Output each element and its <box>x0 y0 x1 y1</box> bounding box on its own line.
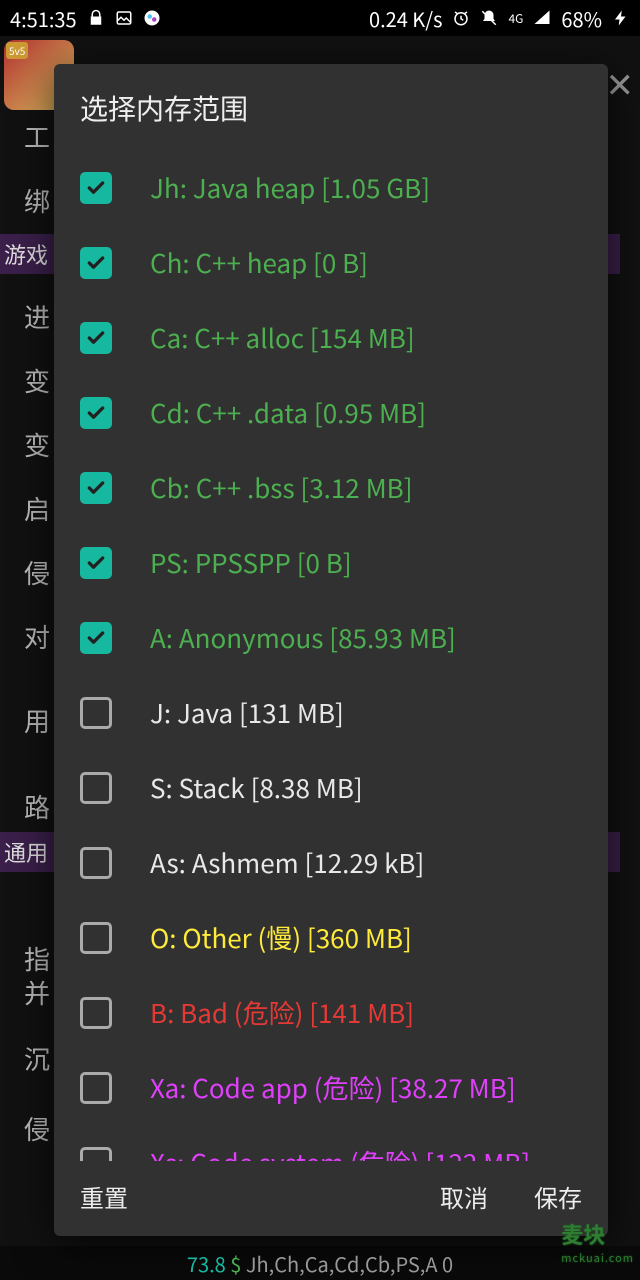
background-text: 侵 <box>24 1110 50 1147</box>
memory-range-item[interactable]: As: Ashmem [12.29 kB] <box>54 825 608 900</box>
background-text: 变 <box>24 362 50 399</box>
cancel-button[interactable]: 取消 <box>440 1179 488 1214</box>
reset-button[interactable]: 重置 <box>80 1179 128 1214</box>
memory-range-item[interactable]: Cd: C++ .data [0.95 MB] <box>54 375 608 450</box>
background-text: 路 <box>24 788 50 825</box>
checkbox[interactable] <box>80 847 112 879</box>
checkbox[interactable] <box>80 772 112 804</box>
background-text: 启 <box>24 490 50 527</box>
background-text: 对 <box>24 618 50 655</box>
status-signal-label: 4G <box>508 10 523 27</box>
footer-dollar: $ <box>230 1249 241 1278</box>
status-bar: 4:51:35 0.24 K/s 4G 68% <box>0 0 640 36</box>
memory-range-item[interactable]: PS: PPSSPP [0 B] <box>54 525 608 600</box>
memory-range-item[interactable]: Xs: Code system (危险) [122 MB] <box>54 1125 608 1161</box>
bolt-icon <box>612 9 630 27</box>
memory-range-label: S: Stack [8.38 MB] <box>150 769 363 806</box>
memory-range-label: Jh: Java heap [1.05 GB] <box>150 169 430 206</box>
watermark: 麦块 mckuai.com <box>561 1218 634 1266</box>
background-text: 变 <box>24 426 50 463</box>
footer-bar: 73.8 $ Jh,Ch,Ca,Cd,Cb,PS,A 0 <box>0 1246 640 1280</box>
checkbox[interactable] <box>80 547 112 579</box>
checkbox[interactable] <box>80 1072 112 1104</box>
checkbox[interactable] <box>80 247 112 279</box>
memory-range-label: Cd: C++ .data [0.95 MB] <box>150 394 426 431</box>
background-text: 并 <box>24 974 50 1011</box>
memory-range-label: PS: PPSSPP [0 B] <box>150 544 352 581</box>
background-text: 进 <box>24 298 50 335</box>
checkbox[interactable] <box>80 397 112 429</box>
memory-range-dialog: 选择内存范围 Jh: Java heap [1.05 GB] Ch: C++ he… <box>54 64 608 1236</box>
background-text: 指 <box>24 940 50 977</box>
checkbox[interactable] <box>80 1147 112 1162</box>
status-battery: 68% <box>561 4 602 33</box>
checkbox[interactable] <box>80 322 112 354</box>
lock-icon <box>87 9 105 27</box>
close-icon[interactable]: ✕ <box>606 58 635 107</box>
checkbox[interactable] <box>80 922 112 954</box>
memory-range-item[interactable]: B: Bad (危险) [141 MB] <box>54 975 608 1050</box>
app-icon <box>143 9 161 27</box>
memory-range-label: Xa: Code app (危险) [38.27 MB] <box>150 1069 516 1106</box>
bell-off-icon <box>480 9 498 27</box>
memory-range-item[interactable]: Ch: C++ heap [0 B] <box>54 225 608 300</box>
memory-range-item[interactable]: Cb: C++ .bss [3.12 MB] <box>54 450 608 525</box>
background-text: 绑 <box>24 182 50 219</box>
signal-icon <box>533 9 551 27</box>
status-time: 4:51:35 <box>10 4 77 33</box>
checkbox[interactable] <box>80 172 112 204</box>
memory-range-label: Xs: Code system (危险) [122 MB] <box>150 1144 530 1161</box>
memory-range-list: Jh: Java heap [1.05 GB] Ch: C++ heap [0 B… <box>54 150 608 1161</box>
image-icon <box>115 9 133 27</box>
memory-range-label: B: Bad (危险) [141 MB] <box>150 994 414 1031</box>
memory-range-item[interactable]: Ca: C++ alloc [154 MB] <box>54 300 608 375</box>
checkbox[interactable] <box>80 622 112 654</box>
game-badge: 5v5 <box>6 42 28 59</box>
memory-range-item[interactable]: S: Stack [8.38 MB] <box>54 750 608 825</box>
footer-regions: Jh,Ch,Ca,Cd,Cb,PS,A 0 <box>246 1249 453 1278</box>
background-text: 侵 <box>24 554 50 591</box>
memory-range-item[interactable]: Jh: Java heap [1.05 GB] <box>54 150 608 225</box>
memory-range-label: O: Other (慢) [360 MB] <box>150 919 412 956</box>
background-text: 沉 <box>24 1040 50 1077</box>
checkbox[interactable] <box>80 472 112 504</box>
checkbox[interactable] <box>80 697 112 729</box>
memory-range-label: As: Ashmem [12.29 kB] <box>150 844 424 881</box>
memory-range-item[interactable]: J: Java [131 MB] <box>54 675 608 750</box>
status-speed: 0.24 K/s <box>369 4 442 33</box>
memory-range-label: Cb: C++ .bss [3.12 MB] <box>150 469 413 506</box>
memory-range-item[interactable]: A: Anonymous [85.93 MB] <box>54 600 608 675</box>
memory-range-label: A: Anonymous [85.93 MB] <box>150 619 456 656</box>
memory-range-item[interactable]: O: Other (慢) [360 MB] <box>54 900 608 975</box>
alarm-icon <box>452 9 470 27</box>
memory-range-label: Ch: C++ heap [0 B] <box>150 244 368 281</box>
memory-range-label: J: Java [131 MB] <box>150 694 344 731</box>
background-text: 用 <box>24 702 50 739</box>
dialog-title: 选择内存范围 <box>54 64 608 150</box>
memory-range-label: Ca: C++ alloc [154 MB] <box>150 319 415 356</box>
memory-range-item[interactable]: Xa: Code app (危险) [38.27 MB] <box>54 1050 608 1125</box>
background-text: 工 <box>24 118 50 155</box>
checkbox[interactable] <box>80 997 112 1029</box>
save-button[interactable]: 保存 <box>534 1179 582 1214</box>
footer-value: 73.8 <box>187 1249 226 1278</box>
